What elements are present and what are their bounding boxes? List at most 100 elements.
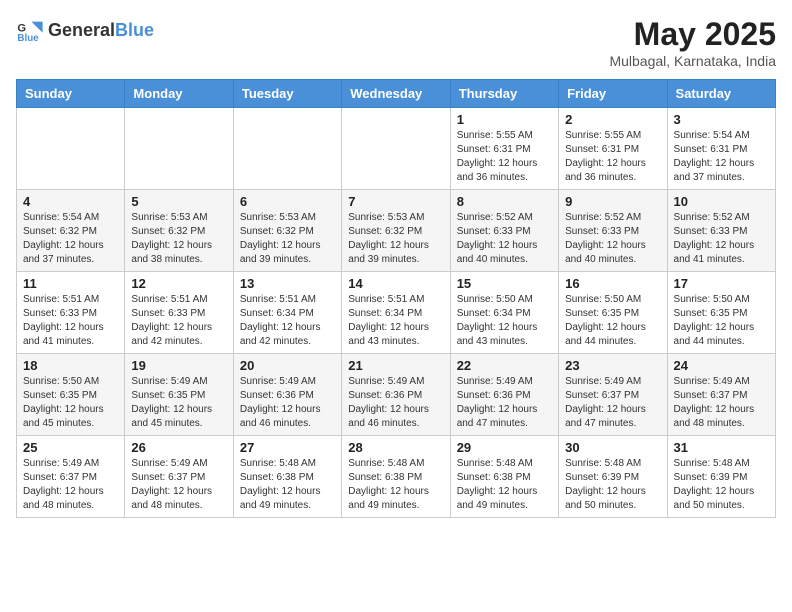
calendar-cell: 15 Sunrise: 5:50 AM Sunset: 6:34 PM Dayli…	[450, 272, 558, 354]
calendar-cell: 11Sunrise: 5:51 AM Sunset: 6:33 PM Dayli…	[17, 272, 125, 354]
calendar-cell	[17, 108, 125, 190]
calendar-cell: 5Sunrise: 5:53 AM Sunset: 6:32 PM Daylig…	[125, 190, 233, 272]
day-info: Sunrise: 5:52 AM Sunset: 6:33 PM Dayligh…	[565, 211, 660, 267]
day-info: Sunrise: 5:51 AM Sunset: 6:33 PM Dayligh…	[131, 293, 226, 349]
calendar-cell: 25 Sunrise: 5:49 AM Sunset: 6:37 PM Dayli…	[17, 436, 125, 518]
day-info: Sunrise: 5:49 AM Sunset: 6:37 PM Dayligh…	[23, 457, 118, 513]
page-header: G Blue GeneralBlue May 2025 Mulbagal, Ka…	[16, 16, 776, 69]
day-number: 12	[131, 276, 226, 291]
day-info: Sunrise: 5:52 AM Sunset: 6:33 PM Dayligh…	[674, 211, 769, 267]
calendar-cell: 17 Sunrise: 5:50 AM Sunset: 6:35 PM Dayli…	[667, 272, 775, 354]
weekday-header-saturday: Saturday	[667, 80, 775, 108]
day-number: 17	[674, 276, 769, 291]
calendar-cell: 18Sunrise: 5:50 AM Sunset: 6:35 PM Dayli…	[17, 354, 125, 436]
day-number: 3	[674, 112, 769, 127]
calendar-cell: 6 Sunrise: 5:53 AM Sunset: 6:32 PM Daylig…	[233, 190, 341, 272]
day-info: Sunrise: 5:49 AM Sunset: 6:37 PM Dayligh…	[565, 375, 660, 431]
calendar-cell: 7 Sunrise: 5:53 AM Sunset: 6:32 PM Daylig…	[342, 190, 450, 272]
day-number: 23	[565, 358, 660, 373]
day-info: Sunrise: 5:50 AM Sunset: 6:35 PM Dayligh…	[565, 293, 660, 349]
logo-general-text: General	[48, 20, 115, 40]
day-number: 7	[348, 194, 443, 209]
calendar-cell	[342, 108, 450, 190]
day-info: Sunrise: 5:48 AM Sunset: 6:38 PM Dayligh…	[348, 457, 443, 513]
day-number: 8	[457, 194, 552, 209]
week-row-4: 25 Sunrise: 5:49 AM Sunset: 6:37 PM Dayli…	[17, 436, 776, 518]
day-number: 16	[565, 276, 660, 291]
day-number: 5	[131, 194, 226, 209]
day-number: 1	[457, 112, 552, 127]
day-number: 9	[565, 194, 660, 209]
logo: G Blue GeneralBlue	[16, 16, 154, 44]
calendar-cell: 23 Sunrise: 5:49 AM Sunset: 6:37 PM Dayli…	[559, 354, 667, 436]
title-area: May 2025 Mulbagal, Karnataka, India	[609, 16, 776, 69]
day-info: Sunrise: 5:49 AM Sunset: 6:36 PM Dayligh…	[348, 375, 443, 431]
calendar-cell	[125, 108, 233, 190]
day-info: Sunrise: 5:54 AM Sunset: 6:32 PM Dayligh…	[23, 211, 118, 267]
day-number: 2	[565, 112, 660, 127]
day-info: Sunrise: 5:51 AM Sunset: 6:34 PM Dayligh…	[348, 293, 443, 349]
weekday-header-friday: Friday	[559, 80, 667, 108]
day-info: Sunrise: 5:55 AM Sunset: 6:31 PM Dayligh…	[565, 129, 660, 185]
calendar-cell: 4 Sunrise: 5:54 AM Sunset: 6:32 PM Daylig…	[17, 190, 125, 272]
day-number: 27	[240, 440, 335, 455]
day-info: Sunrise: 5:53 AM Sunset: 6:32 PM Dayligh…	[348, 211, 443, 267]
day-info: Sunrise: 5:50 AM Sunset: 6:34 PM Dayligh…	[457, 293, 552, 349]
day-number: 29	[457, 440, 552, 455]
calendar-cell: 19 Sunrise: 5:49 AM Sunset: 6:35 PM Dayli…	[125, 354, 233, 436]
day-number: 21	[348, 358, 443, 373]
day-info: Sunrise: 5:49 AM Sunset: 6:35 PM Dayligh…	[131, 375, 226, 431]
day-number: 20	[240, 358, 335, 373]
calendar-cell: 28 Sunrise: 5:48 AM Sunset: 6:38 PM Dayli…	[342, 436, 450, 518]
day-number: 18	[23, 358, 118, 373]
calendar-cell: 26Sunrise: 5:49 AM Sunset: 6:37 PM Dayli…	[125, 436, 233, 518]
day-number: 31	[674, 440, 769, 455]
day-info: Sunrise: 5:49 AM Sunset: 6:37 PM Dayligh…	[674, 375, 769, 431]
weekday-header-sunday: Sunday	[17, 80, 125, 108]
day-number: 10	[674, 194, 769, 209]
day-info: Sunrise: 5:53 AM Sunset: 6:32 PM Dayligh…	[240, 211, 335, 267]
calendar-cell: 1Sunrise: 5:55 AM Sunset: 6:31 PM Daylig…	[450, 108, 558, 190]
day-number: 15	[457, 276, 552, 291]
calendar-table: SundayMondayTuesdayWednesdayThursdayFrid…	[16, 79, 776, 518]
day-number: 19	[131, 358, 226, 373]
day-number: 14	[348, 276, 443, 291]
weekday-header-tuesday: Tuesday	[233, 80, 341, 108]
svg-text:Blue: Blue	[17, 33, 39, 44]
day-number: 6	[240, 194, 335, 209]
day-number: 25	[23, 440, 118, 455]
month-title: May 2025	[609, 16, 776, 53]
week-row-3: 18Sunrise: 5:50 AM Sunset: 6:35 PM Dayli…	[17, 354, 776, 436]
day-info: Sunrise: 5:48 AM Sunset: 6:39 PM Dayligh…	[674, 457, 769, 513]
calendar-cell: 13 Sunrise: 5:51 AM Sunset: 6:34 PM Dayli…	[233, 272, 341, 354]
calendar-cell: 21 Sunrise: 5:49 AM Sunset: 6:36 PM Dayli…	[342, 354, 450, 436]
weekday-header-monday: Monday	[125, 80, 233, 108]
calendar-cell: 3Sunrise: 5:54 AM Sunset: 6:31 PM Daylig…	[667, 108, 775, 190]
day-info: Sunrise: 5:50 AM Sunset: 6:35 PM Dayligh…	[674, 293, 769, 349]
day-number: 28	[348, 440, 443, 455]
location-title: Mulbagal, Karnataka, India	[609, 53, 776, 69]
day-number: 22	[457, 358, 552, 373]
logo-icon: G Blue	[16, 16, 44, 44]
calendar-cell: 10 Sunrise: 5:52 AM Sunset: 6:33 PM Dayli…	[667, 190, 775, 272]
calendar-cell: 14 Sunrise: 5:51 AM Sunset: 6:34 PM Dayli…	[342, 272, 450, 354]
calendar-cell: 24 Sunrise: 5:49 AM Sunset: 6:37 PM Dayli…	[667, 354, 775, 436]
day-info: Sunrise: 5:49 AM Sunset: 6:37 PM Dayligh…	[131, 457, 226, 513]
logo-blue-text: Blue	[115, 20, 154, 40]
weekday-header-row: SundayMondayTuesdayWednesdayThursdayFrid…	[17, 80, 776, 108]
weekday-header-wednesday: Wednesday	[342, 80, 450, 108]
day-info: Sunrise: 5:51 AM Sunset: 6:34 PM Dayligh…	[240, 293, 335, 349]
day-info: Sunrise: 5:48 AM Sunset: 6:39 PM Dayligh…	[565, 457, 660, 513]
day-number: 24	[674, 358, 769, 373]
day-info: Sunrise: 5:48 AM Sunset: 6:38 PM Dayligh…	[457, 457, 552, 513]
calendar-cell: 31 Sunrise: 5:48 AM Sunset: 6:39 PM Dayli…	[667, 436, 775, 518]
calendar-cell	[233, 108, 341, 190]
day-number: 13	[240, 276, 335, 291]
weekday-header-thursday: Thursday	[450, 80, 558, 108]
week-row-2: 11 Sunrise: 5:51 AM Sunset: 6:33 PM Dayli…	[17, 272, 776, 354]
day-number: 11	[23, 276, 118, 291]
day-info: Sunrise: 5:49 AM Sunset: 6:36 PM Dayligh…	[240, 375, 335, 431]
day-number: 30	[565, 440, 660, 455]
calendar-cell: 20 Sunrise: 5:49 AM Sunset: 6:36 PM Dayli…	[233, 354, 341, 436]
day-number: 4	[23, 194, 118, 209]
